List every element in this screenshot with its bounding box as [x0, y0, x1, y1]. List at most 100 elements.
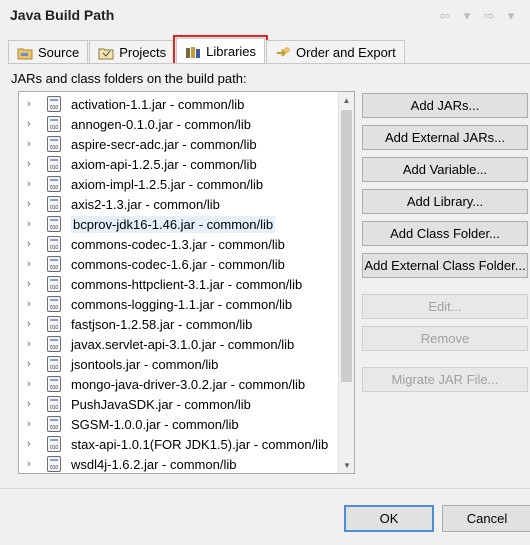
order-export-icon	[277, 46, 291, 57]
library-name: axiom-api-1.2.5.jar - common/lib	[71, 156, 257, 172]
tab-label: Source	[38, 45, 80, 60]
expand-chevron-icon[interactable]: ›	[27, 238, 41, 250]
expand-chevron-icon[interactable]: ›	[27, 258, 41, 270]
back-arrow-icon[interactable]: ⇦	[436, 8, 454, 24]
add-external-jars-button[interactable]: Add External JARs...	[362, 125, 528, 150]
jar-file-icon: 010	[47, 276, 61, 292]
library-row[interactable]: › 010 commons-httpclient-3.1.jar - common/…	[19, 274, 339, 294]
expand-chevron-icon[interactable]: ›	[27, 358, 41, 370]
library-name: wsdl4j-1.6.2.jar - common/lib	[71, 456, 237, 472]
tab-order-export[interactable]: Order and Export	[266, 40, 405, 64]
expand-chevron-icon[interactable]: ›	[27, 178, 41, 190]
tab-source[interactable]: Source	[8, 40, 89, 64]
history-nav: ⇦ ▾ ⇨ ▾	[436, 8, 520, 24]
scroll-down-icon[interactable]: ▼	[339, 457, 355, 473]
expand-chevron-icon[interactable]: ›	[27, 198, 41, 210]
tab-label: Libraries	[206, 44, 257, 59]
library-row[interactable]: › 010 aspire-secr-adc.jar - common/lib	[19, 134, 339, 154]
expand-chevron-icon[interactable]: ›	[27, 418, 41, 430]
forward-menu-icon[interactable]: ▾	[502, 8, 520, 24]
vertical-scrollbar[interactable]: ▲ ▼	[338, 92, 354, 473]
expand-chevron-icon[interactable]: ›	[27, 438, 41, 450]
jar-file-icon: 010	[47, 296, 61, 312]
library-name: activation-1.1.jar - common/lib	[71, 96, 245, 112]
library-name: PushJavaSDK.jar - common/lib	[71, 396, 251, 412]
cancel-button[interactable]: Cancel	[442, 505, 530, 532]
library-name: jsontools.jar - common/lib	[71, 356, 219, 372]
add-library-button[interactable]: Add Library...	[362, 189, 528, 214]
expand-chevron-icon[interactable]: ›	[27, 278, 41, 290]
jar-file-icon: 010	[47, 396, 61, 412]
footer-separator	[0, 488, 530, 489]
forward-arrow-icon[interactable]: ⇨	[480, 8, 498, 24]
add-class-folder-button[interactable]: Add Class Folder...	[362, 221, 528, 246]
jar-file-icon: 010	[47, 176, 61, 192]
build-path-label: JARs and class folders on the build path…	[11, 71, 247, 86]
source-folder-icon	[17, 48, 33, 59]
back-menu-icon[interactable]: ▾	[458, 8, 476, 24]
library-row[interactable]: › 010 PushJavaSDK.jar - common/lib	[19, 394, 339, 414]
expand-chevron-icon[interactable]: ›	[27, 318, 41, 330]
library-name: SGSM-1.0.0.jar - common/lib	[71, 416, 239, 432]
library-row[interactable]: › 010 commons-codec-1.6.jar - common/lib	[19, 254, 339, 274]
libraries-icon	[186, 46, 201, 58]
jar-file-icon: 010	[47, 256, 61, 272]
add-variable-button[interactable]: Add Variable...	[362, 157, 528, 182]
jar-file-icon: 010	[47, 456, 61, 472]
library-row[interactable]: › 010 commons-codec-1.3.jar - common/lib	[19, 234, 339, 254]
edit-button[interactable]: Edit...	[362, 294, 528, 319]
projects-icon	[98, 48, 114, 59]
expand-chevron-icon[interactable]: ›	[27, 118, 41, 130]
title-bar: Java Build Path ⇦ ▾ ⇨ ▾	[0, 0, 530, 33]
add-external-class-folder-button[interactable]: Add External Class Folder...	[362, 253, 528, 278]
library-name: commons-httpclient-3.1.jar - common/lib	[71, 276, 303, 292]
ok-button[interactable]: OK	[344, 505, 434, 532]
library-row[interactable]: › 010 fastjson-1.2.58.jar - common/lib	[19, 314, 339, 334]
library-row[interactable]: › 010 activation-1.1.jar - common/lib	[19, 94, 339, 114]
library-row[interactable]: › 010 jsontools.jar - common/lib	[19, 354, 339, 374]
jar-file-icon: 010	[47, 156, 61, 172]
add-jars-button[interactable]: Add JARs...	[362, 93, 528, 118]
library-name: aspire-secr-adc.jar - common/lib	[71, 136, 257, 152]
jar-file-icon: 010	[47, 216, 61, 232]
tab-projects[interactable]: Projects	[89, 40, 176, 64]
library-name: mongo-java-driver-3.0.2.jar - common/lib	[71, 376, 306, 392]
window-title: Java Build Path	[10, 7, 115, 23]
expand-chevron-icon[interactable]: ›	[27, 398, 41, 410]
expand-chevron-icon[interactable]: ›	[27, 338, 41, 350]
libraries-list[interactable]: ▲ ▼ › 010 activation-1.1.jar - common/lib ›…	[18, 91, 355, 474]
expand-chevron-icon[interactable]: ›	[27, 218, 41, 230]
library-row[interactable]: › 010 stax-api-1.0.1(FOR JDK1.5).jar - com…	[19, 434, 339, 454]
library-row[interactable]: › 010 commons-logging-1.1.jar - common/lib	[19, 294, 339, 314]
library-name: commons-codec-1.3.jar - common/lib	[71, 236, 285, 252]
jar-file-icon: 010	[47, 416, 61, 432]
library-row[interactable]: › 010 axiom-impl-1.2.5.jar - common/lib	[19, 174, 339, 194]
library-name: axis2-1.3.jar - common/lib	[71, 196, 220, 212]
library-name: fastjson-1.2.58.jar - common/lib	[71, 316, 253, 332]
remove-button[interactable]: Remove	[362, 326, 528, 351]
jar-file-icon: 010	[47, 356, 61, 372]
jar-file-icon: 010	[47, 316, 61, 332]
expand-chevron-icon[interactable]: ›	[27, 158, 41, 170]
library-row[interactable]: › 010 bcprov-jdk16-1.46.jar - common/lib	[19, 214, 339, 234]
library-row[interactable]: › 010 javax.servlet-api-3.1.0.jar - common…	[19, 334, 339, 354]
library-row[interactable]: › 010 axiom-api-1.2.5.jar - common/lib	[19, 154, 339, 174]
library-row[interactable]: › 010 wsdl4j-1.6.2.jar - common/lib	[19, 454, 339, 474]
expand-chevron-icon[interactable]: ›	[27, 298, 41, 310]
library-name: bcprov-jdk16-1.46.jar - common/lib	[71, 215, 276, 233]
library-row[interactable]: › 010 annogen-0.1.0.jar - common/lib	[19, 114, 339, 134]
tab-libraries[interactable]: Libraries	[173, 35, 269, 67]
expand-chevron-icon[interactable]: ›	[27, 378, 41, 390]
scroll-up-icon[interactable]: ▲	[339, 92, 354, 108]
jar-file-icon: 010	[47, 236, 61, 252]
jar-file-icon: 010	[47, 96, 61, 112]
library-row[interactable]: › 010 mongo-java-driver-3.0.2.jar - common…	[19, 374, 339, 394]
library-row[interactable]: › 010 axis2-1.3.jar - common/lib	[19, 194, 339, 214]
migrate-jar-button[interactable]: Migrate JAR File...	[362, 367, 528, 392]
library-row[interactable]: › 010 SGSM-1.0.0.jar - common/lib	[19, 414, 339, 434]
expand-chevron-icon[interactable]: ›	[27, 458, 41, 470]
library-name: commons-codec-1.6.jar - common/lib	[71, 256, 285, 272]
expand-chevron-icon[interactable]: ›	[27, 98, 41, 110]
expand-chevron-icon[interactable]: ›	[27, 138, 41, 150]
scrollbar-thumb[interactable]	[341, 110, 352, 382]
